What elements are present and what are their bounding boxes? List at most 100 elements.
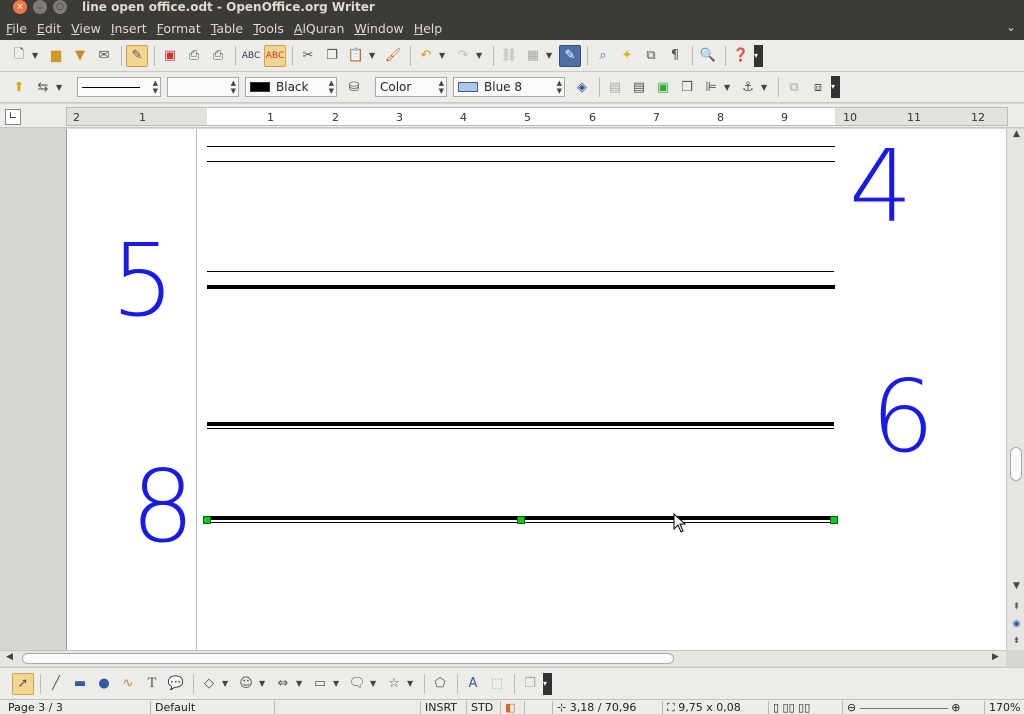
horizontal-scroll-thumb[interactable] xyxy=(22,653,674,664)
vertical-scroll-thumb[interactable] xyxy=(1010,447,1022,481)
scroll-right-icon[interactable]: ▶ xyxy=(992,652,999,662)
drawn-line-1b[interactable] xyxy=(207,161,835,162)
ellipse-icon[interactable]: ● xyxy=(93,673,115,695)
toolbar-overflow-arrow[interactable]: ▾ xyxy=(543,672,552,695)
page-style[interactable]: Default xyxy=(150,701,270,714)
insert-mode[interactable]: INSRT xyxy=(420,701,464,714)
callout-icon[interactable]: 💬 xyxy=(165,673,187,695)
menu-tools[interactable]: Tools xyxy=(253,21,292,36)
block-arrows-dropdown-arrow[interactable]: ▼ xyxy=(296,679,305,688)
spin-arrows[interactable]: ▲ ▼ xyxy=(153,79,158,95)
undo-dropdown-arrow[interactable]: ▼ xyxy=(439,51,448,60)
toolbar-overflow-arrow[interactable]: ▾ xyxy=(754,44,763,67)
scroll-left-icon[interactable]: ◀ xyxy=(6,652,13,662)
paste-icon[interactable]: 📋 xyxy=(345,45,367,67)
fontwork-icon[interactable]: A xyxy=(462,673,484,695)
callouts-icon[interactable]: 🗨 xyxy=(346,673,368,695)
flowchart-icon[interactable]: ▭ xyxy=(309,673,331,695)
spellcheck-icon[interactable]: ABC xyxy=(240,45,262,67)
zoom-level[interactable]: 170% xyxy=(984,701,1024,714)
selection-handle-left[interactable] xyxy=(203,516,211,524)
export-pdf-icon[interactable]: ▣ xyxy=(159,45,181,67)
scroll-up-icon[interactable]: ▲ xyxy=(1011,129,1022,140)
formatting-marks-icon[interactable]: ¶ xyxy=(664,45,686,67)
area-color-combo[interactable]: Blue 8 ▲ ▼ xyxy=(453,77,565,97)
extrusion-icon[interactable]: ⬚ xyxy=(486,673,508,695)
symbol-shapes-icon[interactable]: ☺ xyxy=(235,673,257,695)
page-indicator[interactable]: Page 3 / 3 xyxy=(4,701,149,714)
group-icon[interactable]: ⧉ xyxy=(783,76,805,98)
symbol-shapes-dropdown-arrow[interactable]: ▼ xyxy=(259,679,268,688)
menu-view[interactable]: View xyxy=(71,21,109,36)
wrap-off-icon[interactable]: ▤ xyxy=(604,76,626,98)
zoom-slider[interactable]: ⊖ ⊕ xyxy=(842,701,982,714)
flowchart-dropdown-arrow[interactable]: ▼ xyxy=(333,679,342,688)
toggle-extrusion-icon[interactable]: ❐ xyxy=(519,673,541,695)
menu-help[interactable]: Help xyxy=(414,21,451,36)
line-icon[interactable]: ⬆ xyxy=(8,76,30,98)
scroll-down-icon[interactable]: ▼ xyxy=(1011,581,1022,592)
navigator-icon[interactable]: ✦ xyxy=(616,45,638,67)
navigation-icon[interactable]: ◉ xyxy=(1011,619,1022,630)
email-icon[interactable]: ✉ xyxy=(93,45,115,67)
menu-format[interactable]: Format xyxy=(157,21,209,36)
horizontal-scrollbar[interactable]: ◀ ▶ xyxy=(0,650,1006,666)
line-color-combo[interactable]: Black ▲ ▼ xyxy=(245,77,337,97)
draw-line-icon[interactable]: ╱ xyxy=(45,673,67,695)
arrow-style-dropdown-arrow[interactable]: ▼ xyxy=(56,83,65,92)
drawn-line-2b[interactable] xyxy=(207,285,835,289)
new-dropdown-arrow[interactable]: ▼ xyxy=(32,51,41,60)
text-box-icon[interactable]: T xyxy=(141,673,163,695)
zoom-track[interactable] xyxy=(859,707,948,709)
alignment-icon[interactable]: ⊫ xyxy=(700,76,722,98)
maximize-window-button[interactable]: ○ xyxy=(53,0,67,14)
table-dropdown-arrow[interactable]: ▼ xyxy=(546,51,555,60)
spin-arrows[interactable]: ▲ ▼ xyxy=(231,79,236,95)
menu-insert[interactable]: Insert xyxy=(111,21,155,36)
print-preview-icon[interactable]: ⎙ xyxy=(207,45,229,67)
line-width-combo[interactable]: ▲ ▼ xyxy=(167,77,239,97)
drawn-line-3a[interactable] xyxy=(207,422,834,426)
area-icon[interactable]: ⛁ xyxy=(343,76,365,98)
hyperlink-icon[interactable]: ⛓ xyxy=(498,45,520,67)
close-window-button[interactable]: × xyxy=(13,0,27,14)
horizontal-ruler[interactable]: 2 1 1 2 3 4 5 6 7 8 9 10 11 12 xyxy=(66,107,1008,126)
callouts-dropdown-arrow[interactable]: ▼ xyxy=(370,679,379,688)
drawn-line-2a[interactable] xyxy=(207,271,834,272)
wrap-page-icon[interactable]: ▤ xyxy=(628,76,650,98)
stars-dropdown-arrow[interactable]: ▼ xyxy=(407,679,416,688)
gallery-icon[interactable]: ⧉ xyxy=(640,45,662,67)
language-cell[interactable] xyxy=(274,701,416,714)
redo-icon[interactable]: ↷ xyxy=(452,45,474,67)
basic-shapes-icon[interactable]: ◇ xyxy=(198,673,220,695)
drawn-line-3b[interactable] xyxy=(207,428,834,429)
anchor-icon[interactable]: ⚓ xyxy=(737,76,759,98)
vertical-scrollbar[interactable]: ▲ ▼ ⇞ ◉ ⇟ xyxy=(1006,129,1024,650)
menu-edit[interactable]: Edit xyxy=(37,21,69,36)
selection-mode[interactable]: STD xyxy=(466,701,498,714)
send-to-back-icon[interactable]: ❐ xyxy=(676,76,698,98)
minimize-window-button[interactable]: ⌄ xyxy=(33,0,47,14)
spin-arrows[interactable]: ▲ ▼ xyxy=(557,79,562,95)
menu-table[interactable]: Table xyxy=(211,21,251,36)
spin-arrows[interactable]: ▲ ▼ xyxy=(329,79,334,95)
previous-page-icon[interactable]: ⇞ xyxy=(1011,602,1022,613)
toolbar-overflow-arrow[interactable]: ▾ xyxy=(831,76,840,98)
save-icon[interactable]: ▼ xyxy=(69,45,91,67)
edit-file-icon[interactable]: ✎ xyxy=(126,44,148,67)
help-icon[interactable]: ❓ xyxy=(730,45,752,67)
menu-file[interactable]: File xyxy=(6,21,35,36)
new-document-icon[interactable]: 🗋 xyxy=(8,45,30,67)
menu-window[interactable]: Window xyxy=(354,21,411,36)
document-page[interactable]: 4 5 6 8 xyxy=(66,129,1006,650)
open-folder-icon[interactable]: ▆ xyxy=(45,45,67,67)
enter-group-icon[interactable]: ⧈ xyxy=(807,76,829,98)
selection-handle-middle[interactable] xyxy=(517,516,525,524)
find-replace-icon[interactable]: ⌕ xyxy=(592,45,614,67)
next-page-icon[interactable]: ⇟ xyxy=(1011,636,1022,647)
show-draw-functions-icon[interactable]: ✎ xyxy=(559,44,581,67)
spin-arrows[interactable]: ▲ ▼ xyxy=(439,79,444,95)
tab-stop-selector[interactable]: ∟ xyxy=(5,109,21,125)
redo-dropdown-arrow[interactable]: ▼ xyxy=(476,51,485,60)
undo-icon[interactable]: ↶ xyxy=(415,45,437,67)
